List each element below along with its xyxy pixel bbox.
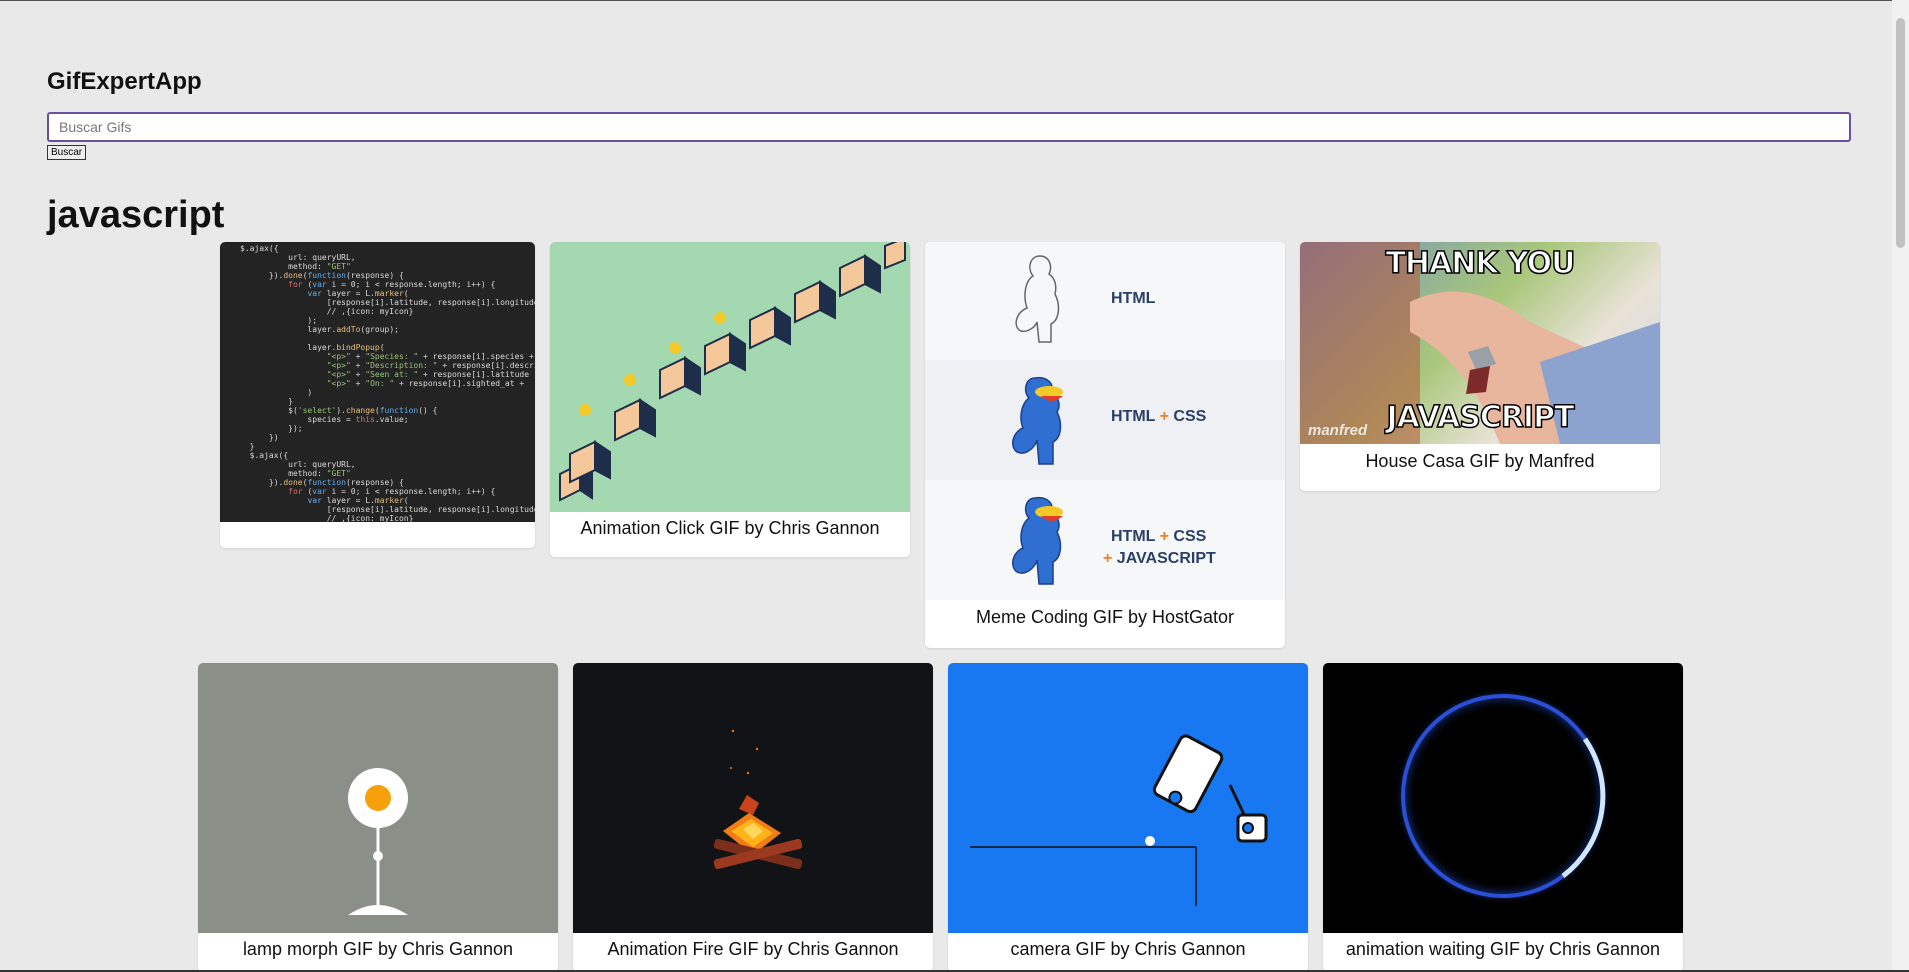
gif-card[interactable]: THANK YOU JAVASCRIPT manfred House Casa … bbox=[1300, 242, 1660, 491]
vertical-scrollbar[interactable] bbox=[1892, 0, 1909, 972]
search-input[interactable] bbox=[47, 112, 1851, 142]
gif-image-blue-ring bbox=[1323, 663, 1683, 933]
gif-card[interactable]: $.ajax({ url: queryURL, method: "GET" })… bbox=[220, 242, 535, 548]
hostgator-label-javascript: + JAVASCRIPT bbox=[1103, 550, 1216, 567]
gif-caption: lamp morph GIF by Chris Gannon bbox=[242, 939, 514, 959]
gif-image-hostgator: HTML HTML + CSS HTML + CSS + JAVASCRIPT bbox=[925, 242, 1285, 600]
gif-caption: animation waiting GIF by Chris Gannon bbox=[1345, 939, 1661, 959]
category-title: javascript bbox=[47, 194, 225, 236]
gif-card[interactable]: Animation Fire GIF by Chris Gannon bbox=[573, 663, 933, 972]
gif-caption: Meme Coding GIF by HostGator bbox=[975, 607, 1235, 627]
gif-image-lamp bbox=[198, 663, 558, 933]
gif-image-boxes bbox=[550, 242, 910, 512]
hostgator-label-html-css-2: HTML + CSS bbox=[1111, 528, 1207, 545]
gif-card[interactable]: animation waiting GIF by Chris Gannon bbox=[1323, 663, 1683, 972]
manfred-watermark: manfred bbox=[1308, 422, 1368, 439]
scrollbar-thumb[interactable] bbox=[1896, 18, 1905, 248]
window-top-border bbox=[0, 0, 1909, 1]
gif-card[interactable]: Animation Click GIF by Chris Gannon bbox=[550, 242, 910, 557]
hostgator-label-html: HTML bbox=[1111, 290, 1156, 307]
gif-card[interactable]: lamp morph GIF by Chris Gannon bbox=[198, 663, 558, 972]
search-button[interactable]: Buscar bbox=[47, 145, 87, 160]
hostgator-label-html-css: HTML + CSS bbox=[1111, 408, 1207, 425]
gif-caption: camera GIF by Chris Gannon bbox=[1010, 939, 1246, 959]
gif-card[interactable]: camera GIF by Chris Gannon bbox=[948, 663, 1308, 972]
gif-image-thank-you-javascript: THANK YOU JAVASCRIPT manfred bbox=[1300, 242, 1660, 444]
gif-caption: Animation Click GIF by Chris Gannon bbox=[580, 518, 880, 538]
gif-caption: House Casa GIF by Manfred bbox=[1365, 451, 1595, 471]
gif-caption: Animation Fire GIF by Chris Gannon bbox=[607, 939, 899, 959]
gif-card[interactable]: HTML HTML + CSS HTML + CSS + JAVASCRIPT … bbox=[925, 242, 1285, 648]
gif-image-security-camera bbox=[948, 663, 1308, 933]
app-title: GifExpertApp bbox=[47, 68, 202, 95]
gif-image-code-editor: $.ajax({ url: queryURL, method: "GET" })… bbox=[220, 242, 535, 522]
gif-image-campfire bbox=[573, 663, 933, 933]
meme-text-top: THANK YOU bbox=[1385, 245, 1577, 282]
